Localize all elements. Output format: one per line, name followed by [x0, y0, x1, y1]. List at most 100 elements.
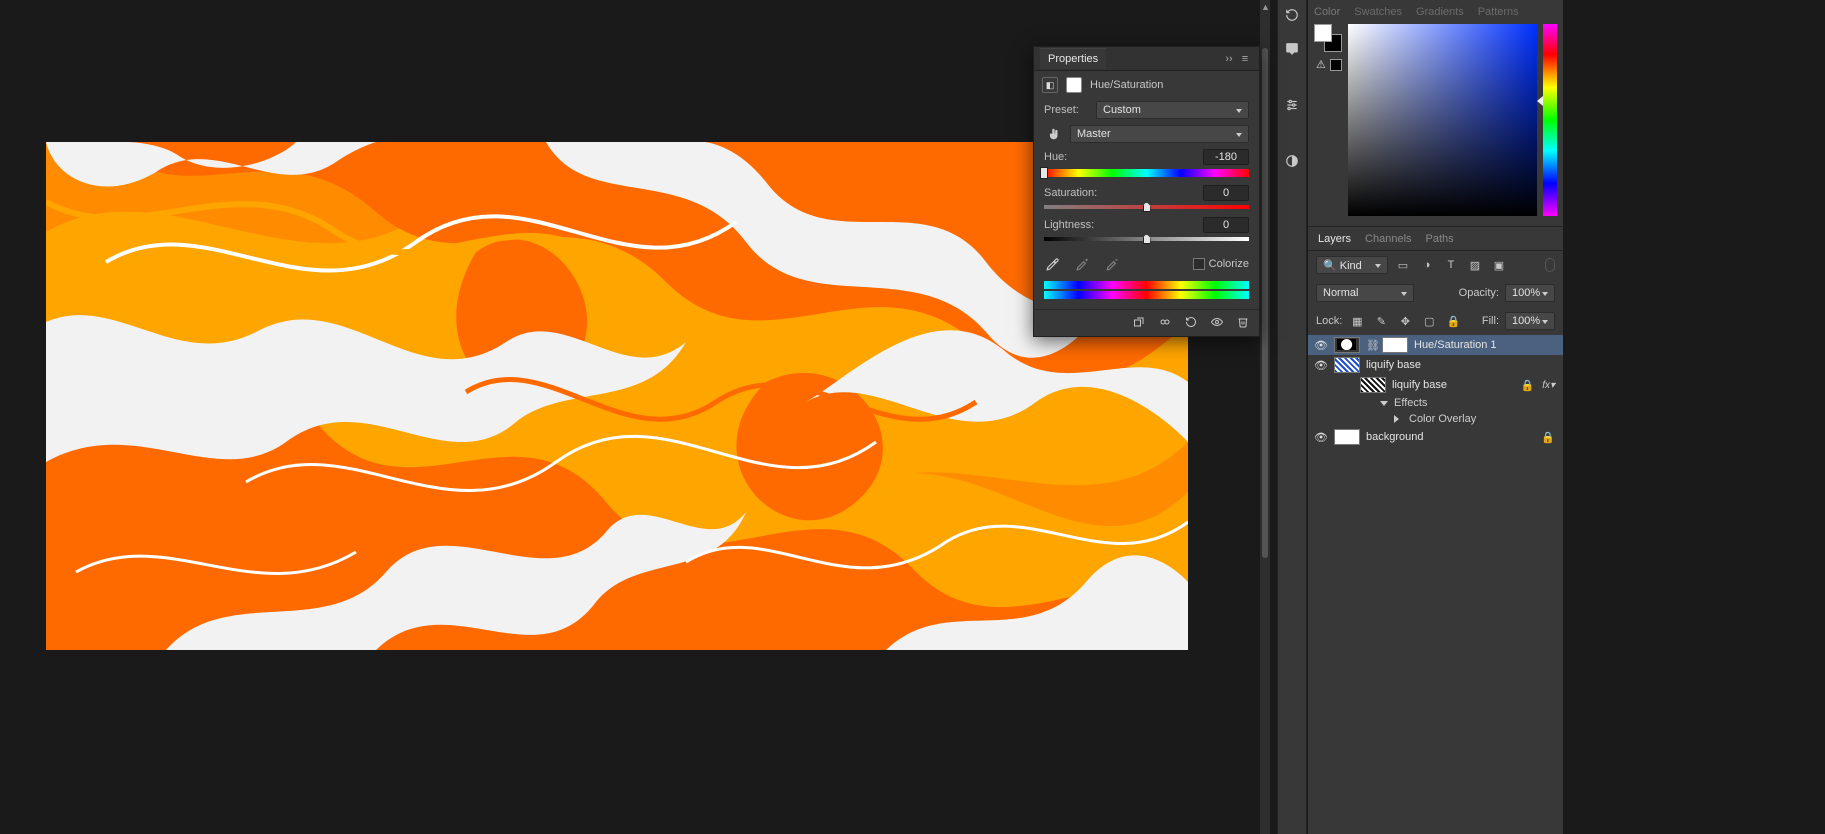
tab-channels[interactable]: Channels — [1365, 233, 1411, 245]
properties-panel-footer — [1034, 309, 1259, 332]
color-panel-tabs: Color Swatches Gradients Patterns — [1308, 0, 1563, 18]
hue-label: Hue: — [1044, 151, 1067, 163]
panel-collapse-icon[interactable]: ›› — [1221, 51, 1237, 67]
history-icon[interactable] — [1283, 6, 1301, 24]
foreground-swatch[interactable] — [1314, 24, 1332, 42]
tab-color[interactable]: Color — [1314, 6, 1340, 18]
adjustment-identifier-row: ◧ Hue/Saturation — [1034, 71, 1259, 99]
adjustment-thumb-icon: ◧ — [1042, 77, 1058, 93]
lightness-slider-track[interactable] — [1044, 237, 1249, 241]
mask-thumbnail[interactable] — [1382, 337, 1408, 353]
color-range-dropdown[interactable]: Master — [1070, 125, 1249, 143]
visibility-toggle-icon[interactable]: 👁 — [1314, 339, 1328, 352]
layer-thumbnail — [1334, 429, 1360, 445]
toggle-visibility-icon[interactable] — [1209, 314, 1225, 330]
layer-background[interactable]: 👁 background 🔒 — [1308, 427, 1563, 447]
adjustment-name: Hue/Saturation — [1090, 79, 1163, 91]
fx-badge-icon[interactable]: fx▾ — [1542, 380, 1557, 391]
layer-effects-header[interactable]: Effects — [1308, 395, 1563, 411]
lock-indicator-icon: 🔒 — [1520, 379, 1536, 392]
targeted-adjust-tool-icon[interactable] — [1044, 125, 1064, 143]
link-mask-icon[interactable]: ⛓ — [1366, 339, 1376, 352]
contrast-icon[interactable] — [1283, 152, 1301, 170]
lock-all-icon[interactable]: 🔒 — [1444, 313, 1462, 329]
lightness-value[interactable]: 0 — [1203, 217, 1249, 233]
foreground-background-swatch[interactable] — [1314, 24, 1342, 52]
lock-position-icon[interactable]: ✥ — [1396, 313, 1414, 329]
filter-type-icon[interactable]: T — [1442, 257, 1460, 273]
saturation-slider-track[interactable] — [1044, 205, 1249, 209]
colorize-checkbox-row[interactable]: Colorize — [1193, 258, 1249, 270]
gamut-swatch[interactable] — [1330, 59, 1342, 71]
disclosure-triangle-icon[interactable] — [1380, 401, 1388, 406]
saturation-slider-block: Saturation: 0 — [1044, 185, 1249, 209]
clip-to-layer-icon[interactable] — [1131, 314, 1147, 330]
lock-artboard-icon[interactable]: ▢ — [1420, 313, 1438, 329]
lightness-slider-handle[interactable] — [1143, 234, 1151, 244]
tab-patterns[interactable]: Patterns — [1478, 6, 1519, 18]
canvas-scrollbar-thumb[interactable] — [1262, 48, 1268, 558]
document-canvas[interactable] — [46, 142, 1188, 650]
visibility-toggle-icon[interactable]: 👁 — [1314, 431, 1328, 444]
filter-adjustment-icon[interactable]: ◑ — [1418, 257, 1436, 273]
spectrum-reference — [1044, 281, 1249, 299]
preset-row: Preset: Custom — [1044, 101, 1249, 119]
visibility-toggle-icon[interactable]: 👁 — [1314, 359, 1328, 372]
range-row: Master — [1044, 125, 1249, 143]
filter-smartobject-icon[interactable]: ▣ — [1490, 257, 1508, 273]
tab-gradients[interactable]: Gradients — [1416, 6, 1464, 18]
layer-hue-saturation[interactable]: 👁 ⛓ Hue/Saturation 1 — [1308, 335, 1563, 355]
hue-slider-block: Hue: -180 — [1044, 149, 1249, 177]
panel-menu-icon[interactable]: ≡ — [1237, 51, 1253, 67]
tab-swatches[interactable]: Swatches — [1354, 6, 1402, 18]
eyedropper-icon[interactable] — [1044, 255, 1062, 273]
hue-slider-handle[interactable] — [1040, 167, 1048, 179]
saturation-value[interactable]: 0 — [1203, 185, 1249, 201]
hue-value[interactable]: -180 — [1203, 149, 1249, 165]
color-picker-field[interactable] — [1348, 24, 1537, 216]
canvas-scroll-gutter: ▲ — [1260, 0, 1270, 834]
filter-shape-icon[interactable]: ▨ — [1466, 257, 1484, 273]
layers-filter-row: 🔍 Kind ▭ ◑ T ▨ ▣ — [1308, 251, 1563, 279]
properties-tab[interactable]: Properties — [1040, 48, 1106, 69]
layer-thumbnail — [1334, 357, 1360, 373]
filter-toggle-icon[interactable] — [1545, 258, 1555, 272]
mask-thumb-icon[interactable] — [1066, 77, 1082, 93]
lightness-label: Lightness: — [1044, 219, 1094, 231]
properties-panel: Properties ›› ≡ ◧ Hue/Saturation Preset:… — [1033, 46, 1260, 337]
opacity-dropdown[interactable]: 100% — [1505, 284, 1555, 302]
properties-panel-header: Properties ›› ≡ — [1034, 47, 1259, 71]
delete-adjustment-icon[interactable] — [1235, 314, 1251, 330]
reset-icon[interactable] — [1183, 314, 1199, 330]
layers-panel-tabs: Layers Channels Paths — [1308, 227, 1563, 251]
layer-liquify-base-2[interactable]: liquify base 🔒 fx▾ — [1308, 375, 1563, 395]
comments-icon[interactable] — [1283, 40, 1301, 58]
layer-effect-color-overlay[interactable]: Color Overlay — [1308, 411, 1563, 427]
saturation-label: Saturation: — [1044, 187, 1097, 199]
lock-pixels-icon[interactable]: ✎ — [1372, 313, 1390, 329]
eyedropper-add-icon[interactable] — [1074, 255, 1092, 273]
layers-panel: Layers Channels Paths 🔍 Kind ▭ ◑ T ▨ ▣ N… — [1308, 226, 1563, 834]
fill-dropdown[interactable]: 100% — [1505, 312, 1555, 330]
colorize-checkbox[interactable] — [1193, 258, 1205, 270]
saturation-slider-handle[interactable] — [1143, 202, 1151, 212]
colorize-label: Colorize — [1209, 258, 1249, 270]
adjustments-icon[interactable] — [1283, 96, 1301, 114]
preset-dropdown[interactable]: Custom — [1096, 101, 1249, 119]
layer-thumbnail — [1360, 377, 1386, 393]
layers-list: 👁 ⛓ Hue/Saturation 1 👁 liquify base liqu… — [1308, 335, 1563, 447]
filter-kind-dropdown[interactable]: 🔍 Kind — [1316, 256, 1388, 274]
hue-strip[interactable] — [1543, 24, 1557, 216]
layers-lock-row: Lock: ▦ ✎ ✥ ▢ 🔒 Fill: 100% — [1308, 307, 1563, 335]
layer-liquify-base-1[interactable]: 👁 liquify base — [1308, 355, 1563, 375]
preset-label: Preset: — [1044, 104, 1090, 116]
view-previous-state-icon[interactable] — [1157, 314, 1173, 330]
tab-paths[interactable]: Paths — [1426, 233, 1454, 245]
lock-transparency-icon[interactable]: ▦ — [1348, 313, 1366, 329]
eyedropper-subtract-icon[interactable] — [1104, 255, 1122, 273]
filter-pixel-icon[interactable]: ▭ — [1394, 257, 1412, 273]
scroll-up-arrow-icon[interactable]: ▲ — [1261, 2, 1270, 12]
hue-slider-track[interactable] — [1044, 169, 1249, 177]
blend-mode-dropdown[interactable]: Normal — [1316, 284, 1414, 302]
tab-layers[interactable]: Layers — [1318, 233, 1351, 245]
